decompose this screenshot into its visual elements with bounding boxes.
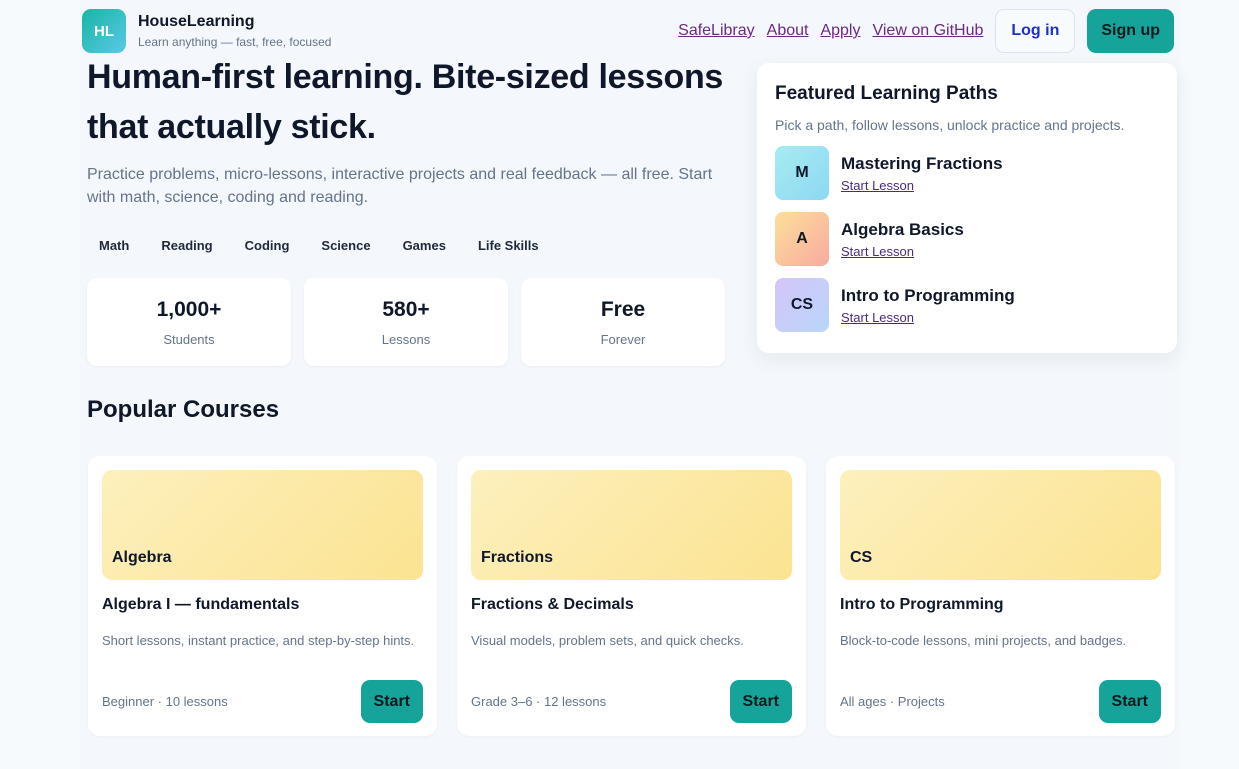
featured-title: Featured Learning Paths bbox=[775, 83, 998, 104]
featured-paths-panel: Featured Learning Paths Pick a path, fol… bbox=[757, 63, 1177, 353]
path-name: Algebra Basics bbox=[841, 219, 964, 239]
path-name: Intro to Programming bbox=[841, 285, 1015, 305]
popular-courses-title: Popular Courses bbox=[87, 396, 280, 423]
subject-chip-games[interactable]: Games bbox=[391, 234, 458, 257]
logo: HL bbox=[82, 9, 126, 53]
thumbnail-label: CS bbox=[850, 549, 873, 566]
start-button[interactable]: Start bbox=[1098, 680, 1161, 723]
start-lesson-link[interactable]: Start Lesson bbox=[841, 244, 964, 259]
brand-text: HouseLearning Learn anything — fast, fre… bbox=[138, 13, 331, 49]
course-thumbnail: CS bbox=[840, 470, 1161, 580]
site-header: HL HouseLearning Learn anything — fast, … bbox=[82, 9, 1174, 53]
course-thumbnail: Algebra bbox=[102, 470, 423, 580]
path-badge: A bbox=[775, 212, 829, 266]
course-footer: All ages · Projects Start bbox=[840, 680, 1161, 723]
stat-value: 1,000+ bbox=[156, 298, 222, 321]
subject-chip-science[interactable]: Science bbox=[309, 234, 382, 257]
course-meta: Beginner · 10 lessons bbox=[102, 694, 228, 709]
stat-value: 580+ bbox=[382, 298, 430, 321]
stat-label: Students bbox=[163, 332, 215, 347]
course-footer: Beginner · 10 lessons Start bbox=[102, 680, 423, 723]
nav-link-safelibray[interactable]: SafeLibray bbox=[678, 22, 755, 40]
course-card-programming: CS Intro to Programming Block-to-code le… bbox=[826, 456, 1175, 736]
path-list: M Mastering Fractions Start Lesson A Alg… bbox=[775, 146, 1159, 332]
thumbnail-label: Fractions bbox=[481, 549, 554, 566]
stat-value: Free bbox=[600, 298, 646, 321]
path-badge: M bbox=[775, 146, 829, 200]
path-name: Mastering Fractions bbox=[841, 153, 1003, 173]
stat-label: Lessons bbox=[381, 332, 431, 347]
brand[interactable]: HL HouseLearning Learn anything — fast, … bbox=[82, 9, 331, 53]
course-card-fractions: Fractions Fractions & Decimals Visual mo… bbox=[457, 456, 806, 736]
path-item-programming: CS Intro to Programming Start Lesson bbox=[775, 278, 1159, 332]
nav-link-github[interactable]: View on GitHub bbox=[872, 22, 983, 40]
start-button[interactable]: Start bbox=[360, 680, 423, 723]
nav-link-about[interactable]: About bbox=[767, 22, 809, 40]
stat-label: Forever bbox=[600, 332, 646, 347]
hero-subtitle: Practice problems, micro-lessons, intera… bbox=[87, 166, 713, 206]
login-button[interactable]: Log in bbox=[995, 9, 1076, 53]
course-title: Intro to Programming bbox=[840, 596, 1004, 613]
start-button[interactable]: Start bbox=[729, 680, 792, 723]
stats-row: 1,000+ Students 580+ Lessons Free Foreve… bbox=[87, 278, 738, 366]
signup-button[interactable]: Sign up bbox=[1087, 9, 1174, 53]
course-footer: Grade 3–6 · 12 lessons Start bbox=[471, 680, 792, 723]
path-info: Intro to Programming Start Lesson bbox=[841, 286, 1015, 325]
path-item-algebra: A Algebra Basics Start Lesson bbox=[775, 212, 1159, 266]
course-card-algebra: Algebra Algebra I — fundamentals Short l… bbox=[88, 456, 437, 736]
subject-chip-life-skills[interactable]: Life Skills bbox=[466, 234, 551, 257]
course-description: Short lessons, instant practice, and ste… bbox=[102, 633, 415, 648]
course-description: Visual models, problem sets, and quick c… bbox=[471, 633, 744, 648]
course-meta: All ages · Projects bbox=[840, 694, 945, 709]
subject-chips: Math Reading Coding Science Games Life S… bbox=[87, 234, 559, 257]
start-lesson-link[interactable]: Start Lesson bbox=[841, 310, 1015, 325]
path-info: Mastering Fractions Start Lesson bbox=[841, 154, 1003, 193]
path-info: Algebra Basics Start Lesson bbox=[841, 220, 964, 259]
stat-card-students: 1,000+ Students bbox=[87, 278, 291, 366]
stat-card-price: Free Forever bbox=[521, 278, 725, 366]
course-title: Fractions & Decimals bbox=[471, 596, 634, 613]
start-lesson-link[interactable]: Start Lesson bbox=[841, 178, 1003, 193]
course-description: Block-to-code lessons, mini projects, an… bbox=[840, 633, 1127, 648]
subject-chip-reading[interactable]: Reading bbox=[149, 234, 224, 257]
top-nav: SafeLibray About Apply View on GitHub Lo… bbox=[666, 9, 1174, 53]
thumbnail-label: Algebra bbox=[112, 549, 172, 566]
brand-name: HouseLearning bbox=[138, 13, 255, 30]
hero-title: Human-first learning. Bite-sized lessons… bbox=[87, 58, 724, 146]
course-thumbnail: Fractions bbox=[471, 470, 792, 580]
path-item-fractions: M Mastering Fractions Start Lesson bbox=[775, 146, 1159, 200]
course-meta: Grade 3–6 · 12 lessons bbox=[471, 694, 607, 709]
path-badge: CS bbox=[775, 278, 829, 332]
nav-link-apply[interactable]: Apply bbox=[820, 22, 860, 40]
subject-chip-coding[interactable]: Coding bbox=[233, 234, 302, 257]
brand-tagline: Learn anything — fast, free, focused bbox=[138, 35, 332, 49]
course-list: Algebra Algebra I — fundamentals Short l… bbox=[88, 456, 1175, 736]
featured-subtitle: Pick a path, follow lessons, unlock prac… bbox=[775, 117, 1125, 133]
stat-card-lessons: 580+ Lessons bbox=[304, 278, 508, 366]
course-title: Algebra I — fundamentals bbox=[102, 596, 300, 613]
subject-chip-math[interactable]: Math bbox=[87, 234, 141, 257]
